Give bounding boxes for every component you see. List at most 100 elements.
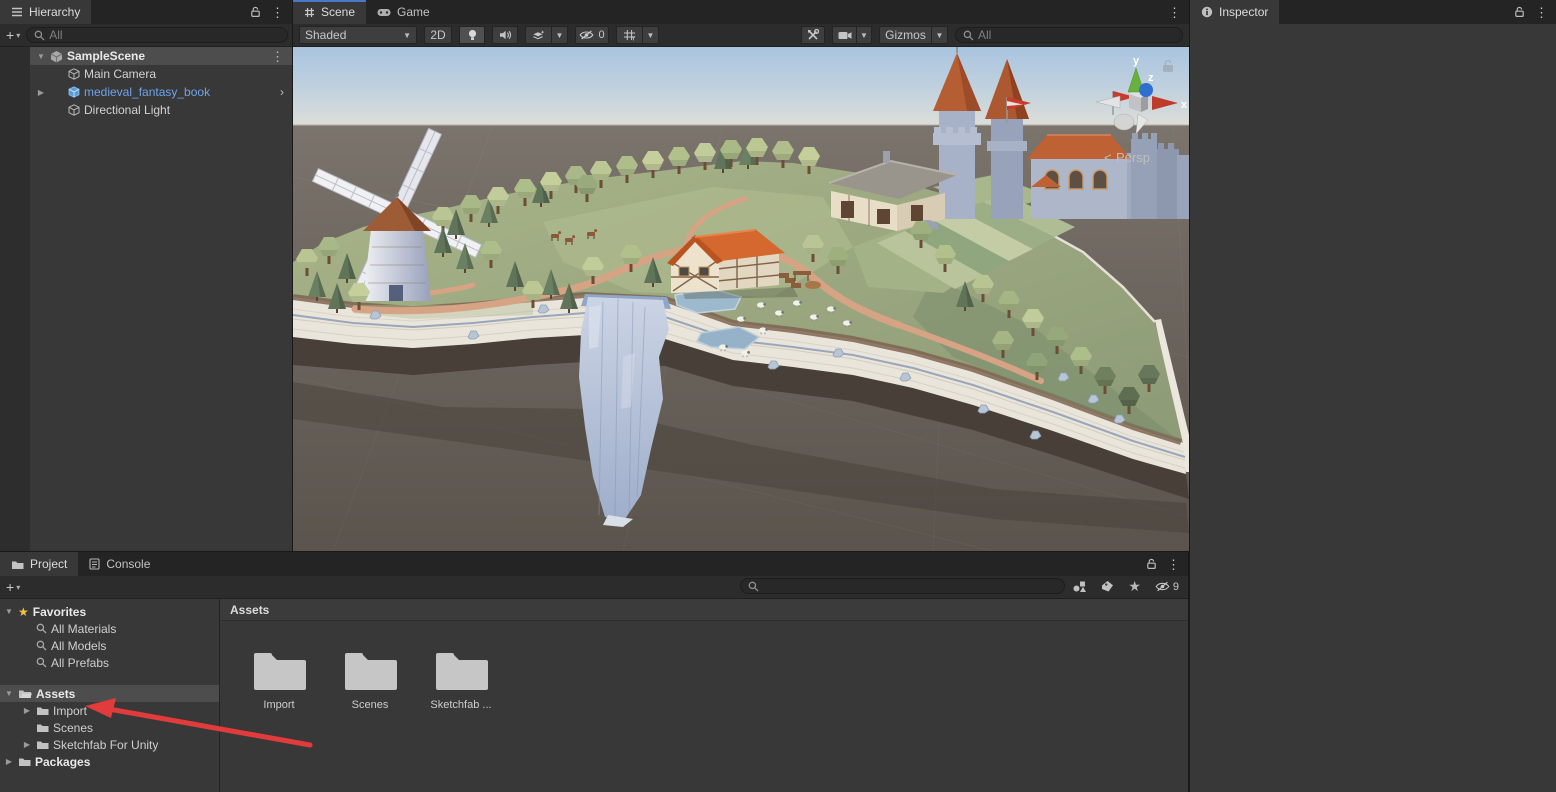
hierarchy-tabbar: Hierarchy ⋮: [0, 0, 292, 24]
hierarchy-gutter: [0, 47, 30, 551]
kebab-menu-icon[interactable]: ⋮: [1168, 6, 1181, 19]
persp-arrow: <: [1104, 150, 1112, 165]
hierarchy-search-input[interactable]: All: [26, 27, 288, 43]
project-main-pane: Assets Import Scenes: [220, 599, 1188, 792]
search-icon: [36, 640, 47, 651]
project-toolbar: +▾ ★ 9: [0, 576, 1188, 599]
folder-item-import[interactable]: Import: [242, 649, 316, 711]
folder-icon: [252, 649, 306, 691]
horizon-line: [293, 124, 1189, 126]
list-icon: [11, 7, 23, 17]
prefab-open-chevron-icon[interactable]: ›: [280, 85, 284, 99]
hierarchy-create-button[interactable]: +▾: [0, 27, 26, 43]
kebab-menu-icon[interactable]: ⋮: [1167, 558, 1180, 571]
tab-game[interactable]: Game: [366, 0, 441, 24]
search-placeholder: All: [49, 28, 62, 42]
scene-grid-toggle[interactable]: Y: [616, 26, 642, 44]
scene-grid-dropdown: Y ▼: [616, 26, 659, 44]
foldout-open-icon[interactable]: ▼: [36, 52, 46, 61]
project-sidebar: ▼ ★ Favorites All Materials All: [0, 599, 220, 792]
project-create-button[interactable]: +▾: [0, 579, 26, 595]
tab-hierarchy[interactable]: Hierarchy: [0, 0, 91, 24]
toggle-2d-button[interactable]: 2D: [424, 26, 452, 44]
search-icon: [36, 657, 47, 668]
tools-wrench-icon: [807, 29, 819, 41]
scene-camera-caret[interactable]: ▼: [856, 26, 872, 44]
scene-effects-caret[interactable]: ▼: [551, 26, 568, 44]
caret-down-icon: ▾: [16, 583, 20, 592]
foldout-closed-icon[interactable]: ▶: [36, 88, 46, 97]
sidebar-item-all-models[interactable]: All Models: [0, 637, 219, 654]
hierarchy-toolbar: +▾ All: [0, 24, 292, 47]
lightbulb-icon: [467, 29, 478, 41]
scene-audio-toggle[interactable]: [492, 26, 518, 44]
search-icon: [36, 623, 47, 634]
axis-z-sphere[interactable]: [1139, 83, 1153, 97]
scene-hidden-objects-toggle[interactable]: 0: [575, 26, 609, 44]
sidebar-item-assets[interactable]: ▼ Assets: [0, 685, 219, 702]
project-panel: Project Console ⋮ +▾: [0, 551, 1189, 792]
search-icon: [34, 30, 45, 41]
gizmos-caret[interactable]: ▼: [931, 26, 948, 44]
kebab-menu-icon[interactable]: ⋮: [271, 50, 284, 63]
hierarchy-row-samplescene[interactable]: ▼ SampleScene ⋮: [30, 47, 292, 65]
project-search-input[interactable]: [740, 578, 1065, 594]
scene-lighting-toggle[interactable]: [459, 26, 485, 44]
sky: [293, 47, 1189, 127]
caret-down-icon: ▾: [16, 31, 20, 40]
axis-x-label: x: [1181, 99, 1188, 111]
foldout-closed-icon[interactable]: ▶: [4, 757, 14, 766]
favorites-star-button[interactable]: ★: [1125, 577, 1144, 596]
tab-project[interactable]: Project: [0, 552, 78, 576]
draw-mode-dropdown[interactable]: Shaded▼: [299, 26, 417, 44]
gameobject-cube-icon: [68, 104, 80, 116]
search-by-label-button[interactable]: [1098, 579, 1117, 594]
lock-icon[interactable]: [1146, 558, 1157, 570]
tab-scene[interactable]: Scene: [293, 0, 366, 24]
folder-icon: [18, 756, 31, 767]
foldout-open-icon[interactable]: ▼: [4, 689, 14, 698]
tab-console[interactable]: Console: [78, 552, 161, 576]
project-hidden-count-button[interactable]: 9: [1152, 580, 1182, 594]
foldout-open-icon[interactable]: ▼: [4, 607, 14, 616]
sidebar-item-all-prefabs[interactable]: All Prefabs: [0, 654, 219, 671]
sidebar-item-packages[interactable]: ▶ Packages: [0, 753, 219, 770]
sidebar-item-sketchfab-for-unity[interactable]: ▶ Sketchfab For Unity: [0, 736, 219, 753]
folder-icon: [36, 705, 49, 716]
persp-label[interactable]: Persp: [1116, 150, 1150, 165]
inspector-empty-body: [1190, 24, 1556, 792]
scene-grid-caret[interactable]: ▼: [642, 26, 659, 44]
sidebar-item-import[interactable]: ▶ Import: [0, 702, 219, 719]
hierarchy-panel: Hierarchy ⋮ +▾ All: [0, 0, 293, 551]
tab-inspector[interactable]: Inspector: [1190, 0, 1279, 24]
folder-icon: [434, 649, 488, 691]
scene-tools-button[interactable]: [801, 26, 825, 44]
kebab-menu-icon[interactable]: ⋮: [271, 6, 284, 19]
hierarchy-row-medieval-fantasy-book[interactable]: ▶ medieval_fantasy_book ›: [30, 83, 292, 101]
scene-search-input[interactable]: All: [955, 27, 1183, 43]
sidebar-item-favorites[interactable]: ▼ ★ Favorites: [0, 603, 219, 620]
star-icon: ★: [18, 605, 29, 619]
lock-icon[interactable]: [250, 6, 261, 18]
unity-scene-icon: [50, 50, 63, 63]
axis-z-label: z: [1148, 72, 1154, 84]
hierarchy-row-main-camera[interactable]: Main Camera: [30, 65, 292, 83]
foldout-closed-icon[interactable]: ▶: [22, 740, 32, 749]
sidebar-item-all-materials[interactable]: All Materials: [0, 620, 219, 637]
foldout-closed-icon[interactable]: ▶: [22, 706, 32, 715]
info-icon: [1201, 6, 1213, 18]
folder-item-scenes[interactable]: Scenes: [333, 649, 407, 711]
gizmos-dropdown: Gizmos ▼: [879, 26, 948, 44]
folder-item-sketchfab[interactable]: Sketchfab ...: [424, 649, 498, 711]
sidebar-item-scenes[interactable]: Scenes: [0, 719, 219, 736]
kebab-menu-icon[interactable]: ⋮: [1535, 6, 1548, 19]
lock-icon[interactable]: [1514, 6, 1525, 18]
folder-open-icon: [18, 688, 32, 699]
scene-viewport[interactable]: y x z < Persp: [293, 47, 1189, 551]
search-by-type-button[interactable]: [1069, 579, 1090, 594]
scene-camera-button[interactable]: [832, 26, 856, 44]
gizmos-button[interactable]: Gizmos: [879, 26, 931, 44]
folder-icon: [11, 559, 24, 570]
hierarchy-row-directional-light[interactable]: Directional Light: [30, 101, 292, 119]
scene-effects-toggle[interactable]: [525, 26, 551, 44]
